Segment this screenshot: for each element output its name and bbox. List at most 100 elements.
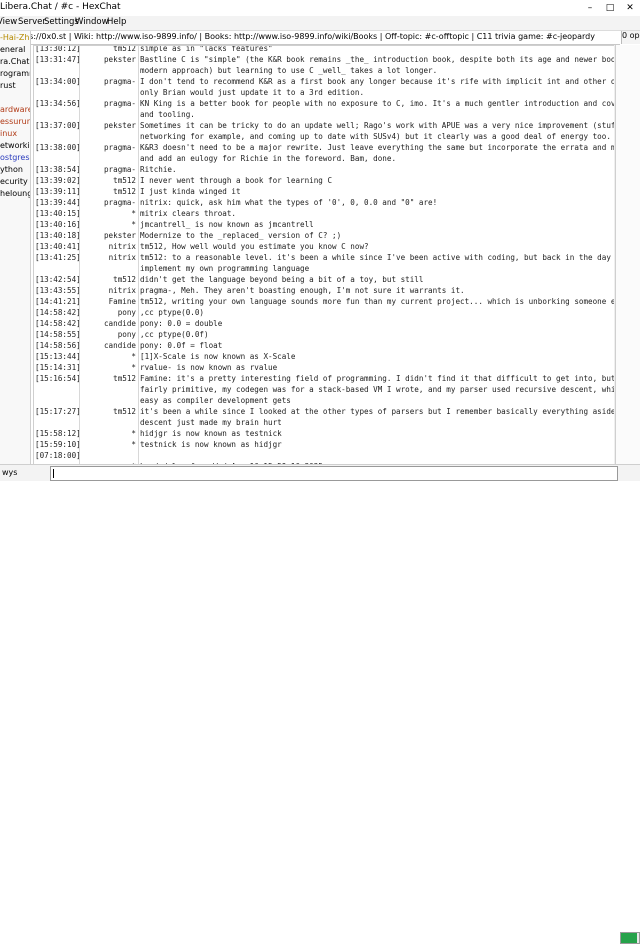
nickname[interactable]: pekster [80,230,136,241]
nickname[interactable]: pragma- [80,98,136,109]
nickname[interactable]: pekster [80,120,136,131]
message-text: fairly primitive, my codegen was for a s… [140,385,614,394]
nickname[interactable]: tm512 [80,175,136,186]
channel-item[interactable]: ostgresq [0,152,30,164]
message-text: it's been a while since I looked at the … [140,407,615,416]
timestamp: [13:40:16] [35,220,81,229]
nickname[interactable]: pragma- [80,142,136,153]
chat-line: [13:30:12] tm512 simple as in "lacks featu… [34,45,614,54]
nickname[interactable]: tm512 [80,373,136,384]
menu-view[interactable]: View [0,17,17,27]
message-text: only Brian would just update it to a 3rd… [140,88,365,97]
timestamp: [13:40:18] [35,231,81,240]
chat-line: [15:59:10] * testnick is now known as hidj… [34,439,614,450]
channel-item[interactable]: rust [0,80,16,92]
message-text: tm512: to a reasonable level. it's been … [140,253,615,262]
message-input[interactable] [50,466,618,481]
channel-item[interactable]: ecurity [0,176,28,188]
timestamp: [13:41:25] [35,253,81,262]
chat-line: [13:31:47] pekster Bastline C is "simple" … [34,54,614,65]
nickname[interactable]: nitrix [80,252,136,263]
topic-text: or https://0x0.st | Wiki: http://www.iso… [2,32,595,41]
user-list[interactable] [615,45,640,464]
chat-line: [13:34:56] pragma- KN King is a better boo… [34,98,614,109]
chat-line: [13:38:00] pragma- K&R3 doesn't need to be… [34,142,614,153]
nickname[interactable]: pony [80,329,136,340]
timestamp: [13:39:44] [35,198,81,207]
nickname[interactable]: * [80,219,136,230]
nickname[interactable]: candide [80,340,136,351]
channel-item[interactable]: -Hai-Zhan [0,32,30,44]
timestamp: [14:41:21] [35,297,81,306]
chat-line: [13:39:11] tm512 I just kinda winged it [34,186,614,197]
lag-meter [620,932,640,944]
message-text: Sometimes it can be tricky to do an upda… [140,121,614,130]
channel-item[interactable]: rogramm [0,68,30,80]
chat-line: [13:40:16] * jmcantrell_ is now known as j… [34,219,614,230]
channel-item[interactable]: ython [0,164,23,176]
topic-bar[interactable]: or https://0x0.st | Wiki: http://www.iso… [0,31,620,45]
chat-line: [15:58:12] * hidjgr is now known as testni… [34,428,614,439]
timestamp: [13:34:56] [35,99,81,108]
timestamp: [13:39:02] [35,176,81,185]
nickname[interactable]: pragma- [80,164,136,175]
timestamp: [13:34:00] [35,77,81,86]
timestamp: [13:40:15] [35,209,81,218]
channel-item[interactable]: inux [0,128,17,140]
nickname[interactable]: nitrix [80,285,136,296]
menu-window[interactable]: Window [75,17,109,27]
channel-item[interactable]: ra.Chat [0,56,29,68]
timestamp: [15:16:54] [35,374,81,383]
chat-line: modern approach) but learning to use C _… [34,65,614,76]
chat-log[interactable]: [13:30:12] tm512 simple as in "lacks featu… [33,45,615,465]
nickname[interactable]: * [80,439,136,450]
op-count: 0 op [621,31,640,44]
nickname[interactable]: pragma- [80,197,136,208]
channel-item[interactable]: ardware [0,104,30,116]
message-text: Ritchie. [140,165,177,174]
nickname[interactable]: * [80,362,136,373]
nickname[interactable]: tm512 [80,274,136,285]
message-text: easy as compiler development gets [140,396,291,405]
menu-settings[interactable]: Settings [44,17,79,27]
chat-line: and tooling. [34,109,614,120]
channel-item[interactable]: essurung [0,116,30,128]
nickname[interactable]: nitrix [80,241,136,252]
minimize-button[interactable]: – [580,0,600,16]
channel-item[interactable]: etworkin [0,140,30,152]
chat-line: [14:58:42] pony ,cc ptype(0.0) [34,307,614,318]
message-text: Bastline C is "simple" (the K&R book rem… [140,55,614,64]
timestamp: [13:30:12] [35,45,81,53]
nickname[interactable]: pragma- [80,76,136,87]
message-text: hidjgr is now known as testnick [140,429,282,438]
chat-line: and add an eulogy for Richie in the fore… [34,153,614,164]
nick-button[interactable]: wys [2,467,42,479]
timestamp: [13:43:55] [35,286,81,295]
nickname[interactable]: tm512 [80,186,136,197]
nickname[interactable]: pekster [80,54,136,65]
nickname[interactable]: Famine [80,296,136,307]
nickname[interactable]: * [80,351,136,362]
close-button[interactable]: ✕ [620,0,640,16]
chat-line: [15:13:44] * [1]X-Scale is now known as X-… [34,351,614,362]
nickname[interactable]: candide [80,318,136,329]
timestamp: [14:58:42] [35,308,81,317]
nickname[interactable]: pony [80,307,136,318]
nickname[interactable]: * [80,428,136,439]
menu-server[interactable]: Server [18,17,46,27]
chat-line: [13:39:44] pragma-nitrix: quick, ask him … [34,197,614,208]
chat-line: [13:40:41] nitrix tm512, How well would yo… [34,241,614,252]
channel-item[interactable]: helounge [0,188,30,200]
nickname[interactable]: tm512 [80,406,136,417]
message-text: K&R3 doesn't need to be a major rewrite.… [140,143,614,152]
lag-meter-fill [621,933,638,943]
message-text: pony: 0.0 = double [140,319,223,328]
nickname[interactable]: tm512 [80,46,136,54]
message-text: [1]X-Scale is now known as X-Scale [140,352,296,361]
timestamp: [14:58:55] [35,330,81,339]
channel-item[interactable]: eneral [0,44,25,56]
menu-help[interactable]: Help [107,17,126,27]
message-text: networking for example, and coming up to… [140,132,611,141]
nickname[interactable]: * [80,208,136,219]
maximize-button[interactable]: □ [600,0,620,16]
